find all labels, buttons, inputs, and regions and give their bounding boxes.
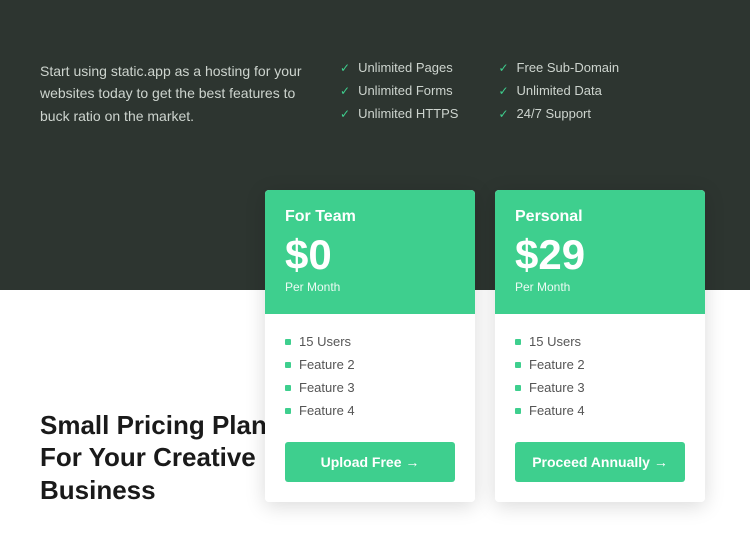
- card-period: Per Month: [285, 280, 455, 294]
- intro-text: Start using static.app as a hosting for …: [40, 60, 340, 127]
- cta-button-personal[interactable]: Proceed Annually →: [515, 442, 685, 482]
- check-icon: ✓: [340, 107, 350, 121]
- feature-col-1: ✓Unlimited Pages ✓Unlimited Forms ✓Unlimit…: [340, 60, 458, 121]
- check-icon: ✓: [498, 84, 508, 98]
- feature-item: ✓24/7 Support: [498, 106, 619, 121]
- feature-list-item: 15 Users: [515, 330, 685, 353]
- feature-bullet: [515, 339, 521, 345]
- card-header: Personal $29 Per Month: [495, 190, 705, 314]
- check-icon: ✓: [498, 107, 508, 121]
- pricing-card-personal: Personal $29 Per Month 15 Users Feature …: [495, 190, 705, 502]
- card-price: $29: [515, 234, 685, 276]
- feature-col-2: ✓Free Sub-Domain ✓Unlimited Data ✓24/7 Sup…: [498, 60, 619, 121]
- feature-bullet: [515, 385, 521, 391]
- features-columns: ✓Unlimited Pages ✓Unlimited Forms ✓Unlimit…: [340, 60, 710, 121]
- feature-bullet: [515, 362, 521, 368]
- feature-list-item: Feature 2: [515, 353, 685, 376]
- check-icon: ✓: [340, 61, 350, 75]
- feature-item: ✓Unlimited HTTPS: [340, 106, 458, 121]
- feature-bullet: [285, 408, 291, 414]
- card-price: $0: [285, 234, 455, 276]
- check-icon: ✓: [498, 61, 508, 75]
- feature-list: 15 Users Feature 2 Feature 3 Feature 4: [285, 330, 455, 422]
- cta-button-team[interactable]: Upload Free →: [285, 442, 455, 482]
- card-header: For Team $0 Per Month: [265, 190, 475, 314]
- card-title: Personal: [515, 208, 685, 226]
- headline: Small Pricing Plan For Your Creative Bus…: [40, 409, 267, 507]
- feature-list-item: Feature 2: [285, 353, 455, 376]
- feature-list-item: Feature 4: [285, 399, 455, 422]
- feature-list-item: Feature 3: [285, 376, 455, 399]
- feature-item: ✓Unlimited Data: [498, 83, 619, 98]
- card-title: For Team: [285, 208, 455, 226]
- feature-list-item: Feature 3: [515, 376, 685, 399]
- feature-bullet: [285, 385, 291, 391]
- card-period: Per Month: [515, 280, 685, 294]
- feature-item: ✓Unlimited Pages: [340, 60, 458, 75]
- feature-bullet: [285, 339, 291, 345]
- feature-list-item: Feature 4: [515, 399, 685, 422]
- feature-bullet: [285, 362, 291, 368]
- feature-item: ✓Unlimited Forms: [340, 83, 458, 98]
- feature-list: 15 Users Feature 2 Feature 3 Feature 4: [515, 330, 685, 422]
- feature-bullet: [515, 408, 521, 414]
- pricing-card-team: For Team $0 Per Month 15 Users Feature 2…: [265, 190, 475, 502]
- card-body: 15 Users Feature 2 Feature 3 Feature 4 U…: [265, 314, 475, 502]
- check-icon: ✓: [340, 84, 350, 98]
- card-body: 15 Users Feature 2 Feature 3 Feature 4 P…: [495, 314, 705, 502]
- bottom-headline: Small Pricing Plan For Your Creative Bus…: [40, 409, 267, 507]
- feature-item: ✓Free Sub-Domain: [498, 60, 619, 75]
- feature-list-item: 15 Users: [285, 330, 455, 353]
- cards-container: For Team $0 Per Month 15 Users Feature 2…: [265, 190, 705, 502]
